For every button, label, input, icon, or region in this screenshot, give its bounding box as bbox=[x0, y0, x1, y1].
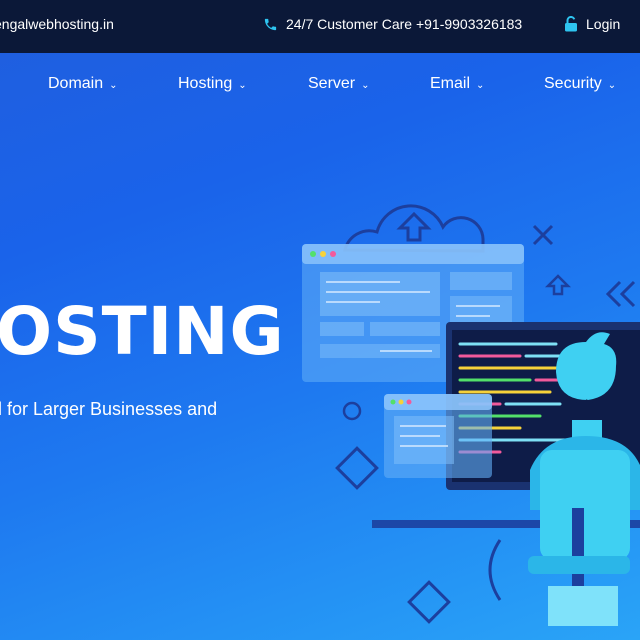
customer-care-text: 24/7 Customer Care +91-9903326183 bbox=[286, 16, 523, 32]
nav-item-server[interactable]: Server ⌄ bbox=[308, 75, 370, 93]
chevron-down-icon: ⌄ bbox=[238, 79, 247, 91]
nav-item-label: Hosting bbox=[178, 75, 233, 92]
nav-item-label: Server bbox=[308, 75, 356, 92]
phone-icon bbox=[263, 17, 278, 32]
developer-illustration bbox=[302, 204, 640, 626]
hero-headline: OSTING bbox=[0, 293, 285, 370]
chevron-down-icon: ⌄ bbox=[109, 79, 118, 91]
nav-item-security[interactable]: Security ⌄ bbox=[544, 75, 616, 93]
top-bar: engalwebhosting.in 24/7 Customer Care +9… bbox=[0, 0, 640, 53]
customer-care[interactable]: 24/7 Customer Care +91-9903326183 bbox=[263, 16, 522, 32]
hero-banner: Domain ⌄ Hosting ⌄ Server ⌄ Email ⌄ Secu… bbox=[0, 53, 640, 640]
chevron-down-icon: ⌄ bbox=[361, 79, 370, 91]
lock-icon bbox=[564, 16, 578, 32]
nav-item-hosting[interactable]: Hosting ⌄ bbox=[178, 75, 247, 93]
login-label: Login bbox=[586, 16, 621, 32]
main-nav: Domain ⌄ Hosting ⌄ Server ⌄ Email ⌄ Secu… bbox=[0, 75, 640, 99]
nav-item-label: Domain bbox=[48, 75, 104, 92]
nav-item-label: Security bbox=[544, 75, 602, 92]
chevron-down-icon: ⌄ bbox=[607, 79, 617, 91]
nav-item-label: Email bbox=[430, 75, 471, 92]
chevron-down-icon: ⌄ bbox=[476, 79, 485, 91]
login-button[interactable]: Login bbox=[564, 16, 620, 32]
nav-item-domain[interactable]: Domain ⌄ bbox=[48, 75, 118, 93]
contact-email-link[interactable]: engalwebhosting.in bbox=[0, 16, 114, 32]
hero-subheadline: l for Larger Businesses and bbox=[0, 399, 218, 419]
nav-item-email[interactable]: Email ⌄ bbox=[430, 75, 484, 93]
